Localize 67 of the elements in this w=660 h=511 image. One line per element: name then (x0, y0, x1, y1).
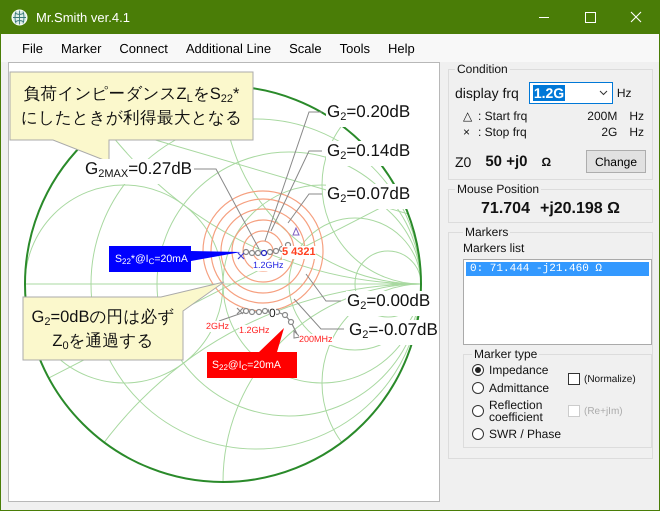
caret-icon[interactable] (598, 90, 608, 96)
checkbox-option[interactable]: (Normalize) (568, 373, 645, 385)
field-label: Z0 (455, 154, 472, 170)
menu-item[interactable]: File (13, 40, 52, 56)
field-value: 200M (587, 109, 618, 123)
radio-button[interactable] (472, 428, 484, 440)
radio-option[interactable]: Impedance (472, 363, 568, 377)
cross-marker-icon (237, 252, 245, 260)
radio-option[interactable]: SWR / Phase (472, 427, 568, 441)
menu-item[interactable]: Tools (330, 40, 380, 56)
point-label: 0 (269, 306, 276, 320)
triangle-marker-icon (292, 226, 300, 236)
point-label: 1.2GHz (239, 325, 270, 336)
gain-label: G$_{2}$=0.07dB (326, 184, 412, 209)
unit-label: Hz (629, 125, 644, 139)
frequency-dropdown[interactable]: 1.2G (528, 82, 613, 104)
gain-label: G$_{2MAX}$=0.27dB (84, 159, 194, 184)
menu-item[interactable]: Marker (52, 40, 110, 56)
radio-option[interactable]: Admittance (472, 381, 568, 395)
list-label: Markers list (463, 241, 526, 255)
marker-symbol: △ (463, 109, 473, 123)
field-value: 2G (601, 125, 618, 139)
group-title: Condition (456, 62, 509, 76)
gain-label: G$_{2}$=0.14dB (326, 141, 412, 166)
callout-text: G$_{2}$=0dBの円は必ず Z$_{0}$を通過する (32, 306, 174, 352)
gain-label: G$_{2}$=-0.07dB (348, 320, 439, 345)
leader-line (218, 312, 246, 322)
gain-label: G$_{2}$=0.20dB (326, 102, 412, 127)
field-label: : Start frq (478, 109, 528, 123)
cross-marker-icon (236, 307, 244, 315)
triangle-marker-icon (294, 330, 302, 339)
s22-conjugate-trace-drawing (242, 242, 292, 256)
impedance-value: 50 +j0 (485, 153, 528, 170)
unit-label: Hz (616, 86, 632, 100)
leader-line (306, 274, 342, 302)
menu-item[interactable]: Additional Line (176, 40, 280, 56)
window-title: Mr.Smith ver.4.1 (36, 10, 131, 24)
app-globe-icon (11, 8, 28, 26)
marker-symbol: × (463, 125, 472, 139)
flag-label: S$_{22}$*@I$_{C}$=20mA (115, 252, 188, 268)
mouse-position-value: +j20.198 Ω (540, 200, 620, 218)
point-label: 1.2GHz (253, 260, 284, 271)
group-title: Marker type (473, 347, 538, 361)
menu-item[interactable]: Scale (280, 40, 331, 56)
menu-item[interactable]: Help (379, 40, 424, 56)
point-label: 200MHz (299, 334, 333, 345)
checkbox-option: (Re+jIm) (568, 405, 645, 417)
unit-label: Hz (629, 109, 644, 123)
callout-text: 負荷インピーダンスZ$_{L}$をS$_{22}$* にしたときが利得最大となる (21, 84, 242, 129)
group-title: Mouse Position (456, 182, 540, 196)
radio-button[interactable] (472, 364, 484, 376)
field-label: display frq (455, 85, 519, 101)
unit-label: Ω (541, 154, 552, 168)
change-button[interactable]: Change (586, 150, 646, 173)
radio-option[interactable]: Reflection coefficient (472, 399, 568, 423)
radio-button[interactable] (472, 382, 484, 394)
menu-item[interactable]: Connect (110, 40, 177, 56)
point-label: 5 4321 (282, 246, 316, 259)
mouse-position-value: 71.704 (481, 200, 530, 218)
group-title: Markers (464, 225, 510, 239)
field-label: : Stop frq (478, 125, 527, 139)
point-label: 2GHz (206, 321, 230, 332)
leader-line (294, 298, 344, 330)
checkbox[interactable] (568, 373, 580, 385)
radio-button[interactable] (472, 405, 484, 417)
flag-label: S$_{22}$@I$_{C}$=20mA (212, 358, 281, 374)
gain-label: G$_{2}$=0.00dB (346, 291, 432, 316)
